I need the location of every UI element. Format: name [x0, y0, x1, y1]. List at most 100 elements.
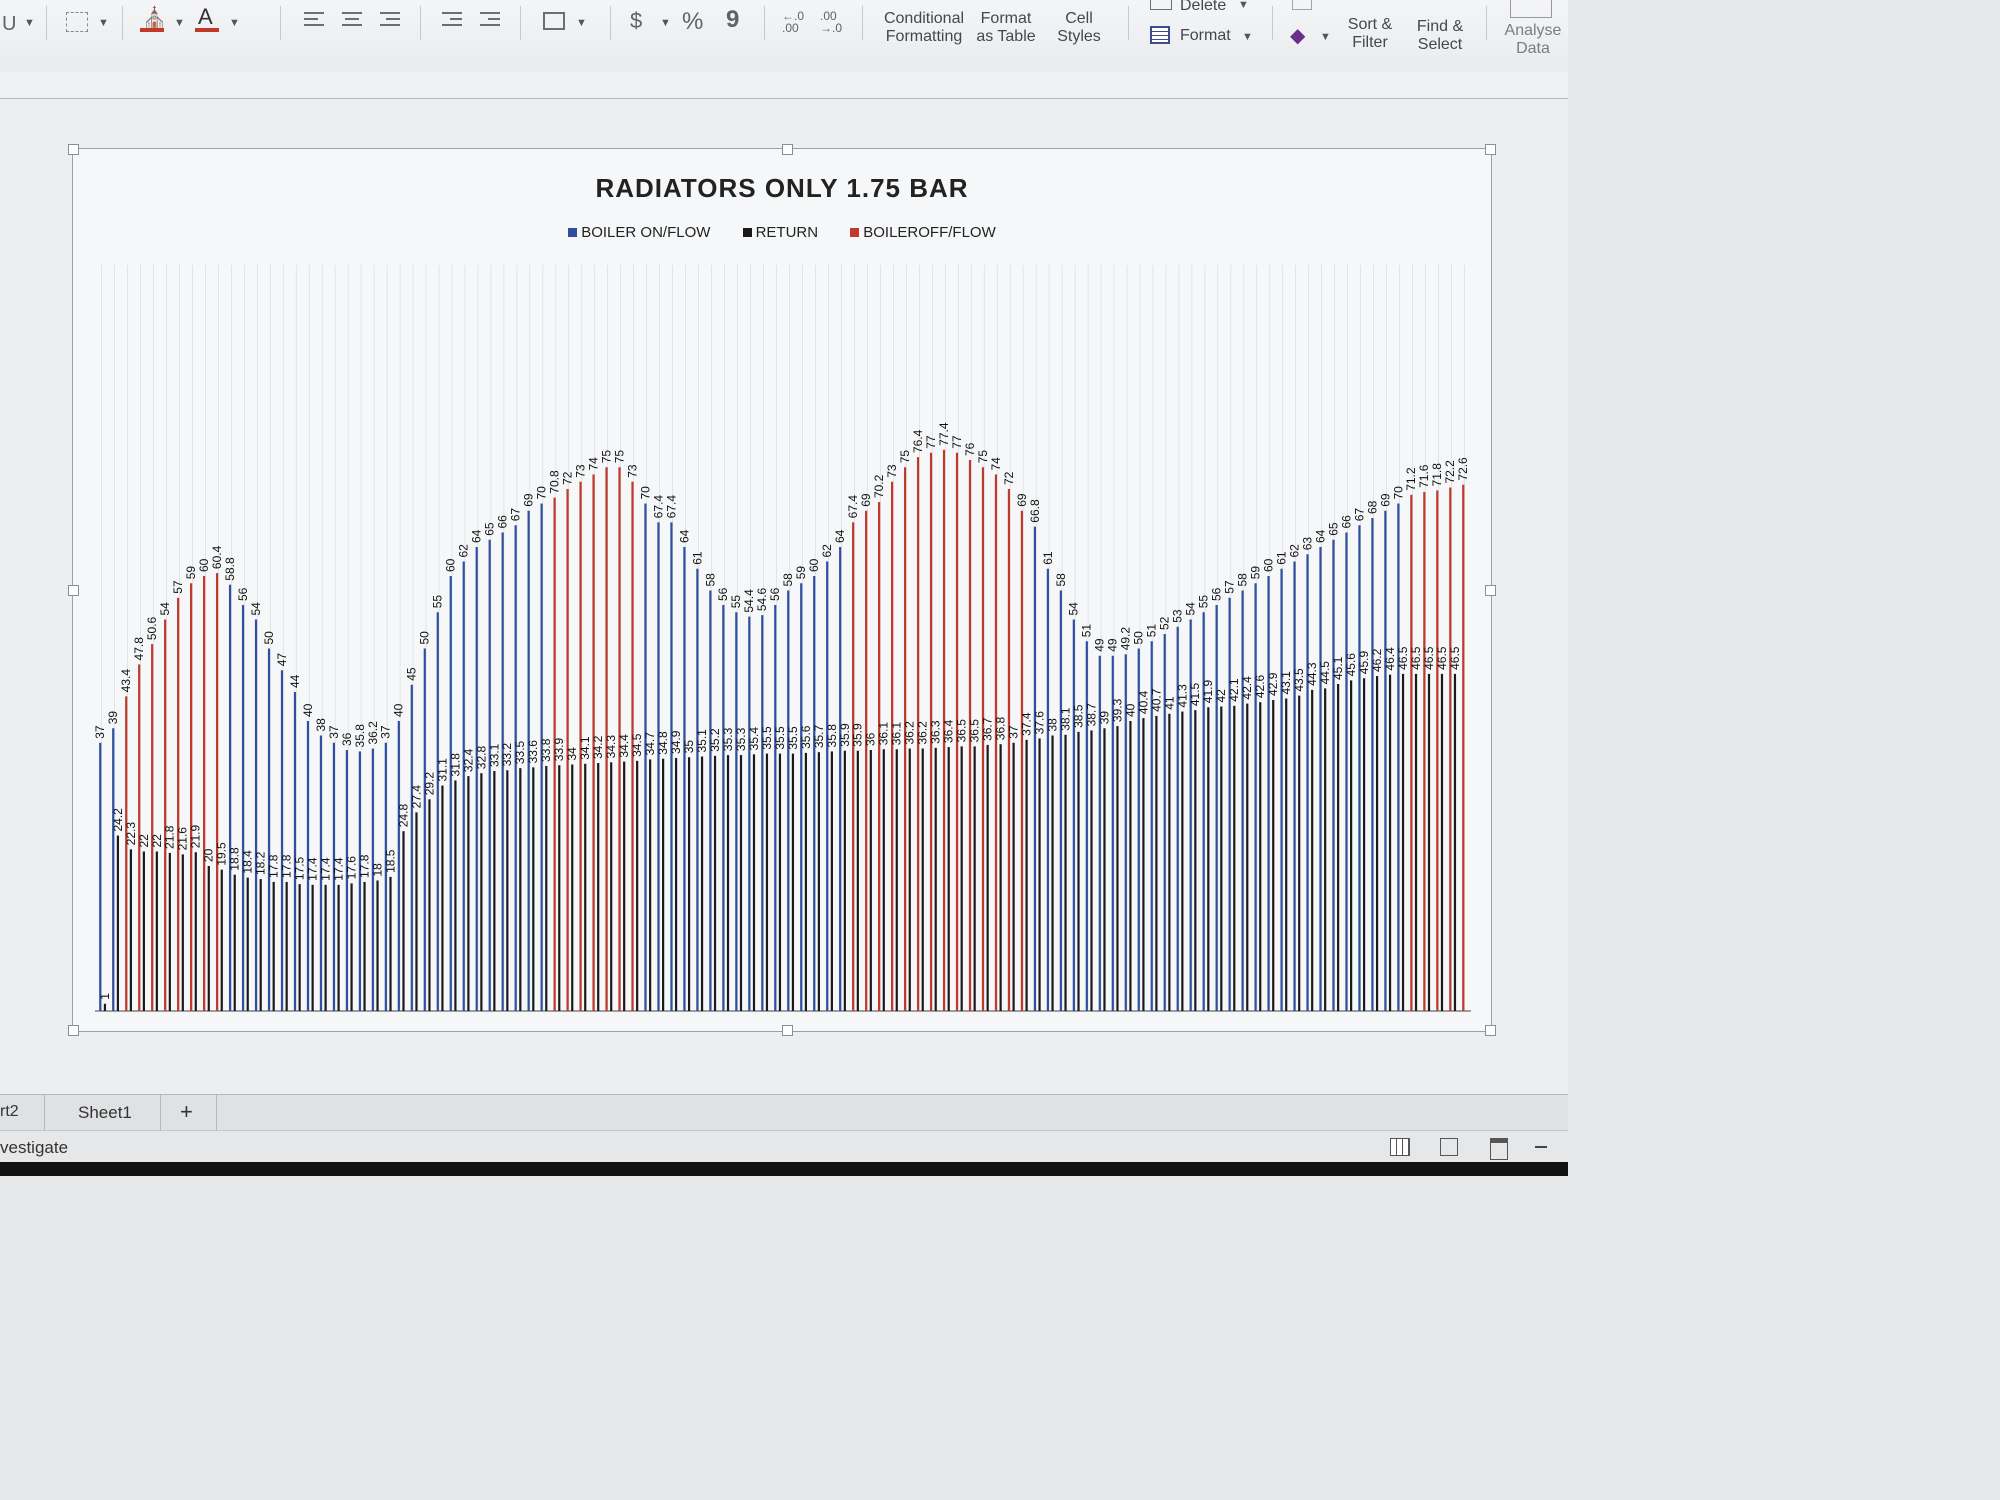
return-bar — [233, 874, 236, 1011]
return-data-label: 17.8 — [280, 854, 294, 878]
comma-icon[interactable]: 9 — [726, 8, 739, 32]
return-bar — [311, 884, 314, 1011]
sheet-tab-chart2[interactable]: rt2 — [0, 1103, 19, 1121]
flow-data-label: 64 — [470, 529, 484, 543]
page-break-icon[interactable] — [1490, 1138, 1508, 1160]
flow-data-label: 75 — [898, 450, 912, 464]
align-center-icon[interactable] — [342, 12, 362, 28]
align-right-icon[interactable] — [380, 12, 400, 28]
return-data-label: 17.4 — [306, 857, 320, 881]
sort-filter-button[interactable]: Sort & Filter — [1340, 16, 1400, 52]
sheet-tab-sheet1[interactable]: Sheet1 — [78, 1103, 132, 1123]
analyse-data-icon[interactable] — [1510, 0, 1552, 18]
chevron-down-icon[interactable]: ▼ — [174, 18, 185, 29]
percent-icon[interactable]: % — [682, 10, 703, 34]
page-layout-icon[interactable] — [1440, 1138, 1458, 1156]
return-bar — [1453, 673, 1457, 1011]
borders-icon[interactable] — [66, 12, 88, 32]
flow-data-label: 77 — [950, 435, 964, 449]
chevron-down-icon[interactable]: ▼ — [1238, 0, 1249, 11]
return-data-label: 35.9 — [838, 723, 852, 747]
return-data-label: 20 — [202, 848, 216, 862]
normal-view-icon[interactable] — [1390, 1138, 1410, 1156]
flow-bar — [1462, 484, 1465, 1011]
flow-bar — [1228, 597, 1231, 1011]
flow-data-label: 47.8 — [132, 637, 146, 661]
decrease-decimal-icon[interactable]: .00 →.0 — [820, 10, 842, 34]
increase-decimal-icon[interactable]: ←.0.00 — [782, 10, 804, 34]
chart-object[interactable]: RADIATORS ONLY 1.75 BAR BOILER ON/FLOW R… — [68, 144, 1496, 1036]
flow-data-label: 69 — [1378, 493, 1392, 507]
format-button[interactable]: Format — [1180, 27, 1231, 45]
find-select-button[interactable]: Find & Select — [1410, 18, 1470, 54]
flow-data-label: 68 — [1365, 500, 1379, 514]
flow-bar — [1449, 487, 1452, 1011]
analyse-data-button[interactable]: Analyse Data — [1498, 22, 1568, 58]
flow-bar — [774, 605, 777, 1011]
return-data-label: 35.5 — [786, 726, 800, 750]
cell-styles-button[interactable]: Cell Styles — [1050, 10, 1108, 46]
align-left-icon[interactable] — [304, 12, 324, 28]
return-data-label: 44.3 — [1305, 662, 1319, 686]
chevron-down-icon[interactable]: ▼ — [24, 18, 35, 29]
return-data-label: 43.5 — [1292, 668, 1306, 692]
chevron-down-icon[interactable]: ▼ — [576, 18, 587, 29]
flow-data-label: 49 — [1106, 638, 1120, 652]
merge-icon[interactable] — [543, 12, 565, 30]
chevron-down-icon[interactable]: ▼ — [98, 18, 109, 29]
chevron-down-icon[interactable]: ▼ — [1242, 32, 1253, 43]
return-bar — [1259, 702, 1262, 1011]
return-bar — [934, 747, 937, 1011]
chart-plot-area[interactable]: 37 1 39 24.2 43.4 22.3 47.8 22 50.6 22 54 21.8 57 21.… — [73, 149, 1491, 1031]
conditional-formatting-button[interactable]: Conditional Formatting — [878, 10, 970, 46]
fill-down-icon[interactable] — [1292, 0, 1312, 10]
flow-data-label: 37 — [379, 725, 393, 739]
return-data-label: 35.5 — [773, 726, 787, 750]
return-data-label: 24.8 — [396, 804, 410, 828]
flow-data-label: 55 — [1197, 595, 1211, 609]
format-as-table-label-2: as Table — [976, 28, 1036, 45]
flow-data-label: 61 — [690, 551, 704, 565]
flow-data-label: 49 — [1093, 638, 1107, 652]
increase-indent-icon[interactable] — [480, 12, 500, 28]
flow-bar — [891, 481, 894, 1011]
return-data-label: 36.2 — [903, 721, 917, 745]
underline-icon[interactable]: U — [2, 14, 16, 34]
flow-data-label: 61 — [1041, 551, 1055, 565]
format-as-table-button[interactable]: Format as Table — [970, 10, 1042, 46]
flow-data-label: 57 — [171, 580, 185, 594]
flow-data-label: 50.6 — [145, 616, 159, 640]
return-data-label: 37.4 — [1019, 712, 1033, 736]
add-sheet-button[interactable]: + — [180, 1099, 193, 1125]
flow-bar — [449, 576, 452, 1011]
return-data-label: 34.8 — [656, 731, 670, 755]
flow-data-label: 66 — [496, 515, 510, 529]
currency-icon[interactable]: $ — [630, 10, 642, 32]
format-cells-icon[interactable] — [1150, 26, 1170, 44]
decrease-indent-icon[interactable] — [442, 12, 462, 28]
return-data-label: 38.1 — [1058, 707, 1072, 731]
fill-color-icon[interactable]: ⛪ — [142, 8, 167, 28]
status-text: vestigate — [0, 1138, 69, 1157]
return-bar — [259, 879, 262, 1011]
flow-data-label: 65 — [483, 522, 497, 536]
return-bar — [545, 765, 548, 1011]
flow-data-label: 72.6 — [1456, 457, 1470, 481]
chevron-down-icon[interactable]: ▼ — [1320, 32, 1331, 43]
return-data-label: 34.7 — [643, 732, 657, 756]
font-color-icon[interactable]: A — [198, 6, 213, 28]
flow-data-label: 47 — [275, 653, 289, 667]
formula-bar[interactable] — [0, 72, 1568, 99]
delete-icon[interactable] — [1150, 0, 1172, 10]
flow-data-label: 67 — [1352, 508, 1366, 522]
return-bar — [687, 757, 691, 1011]
clear-icon[interactable]: ◆ — [1290, 26, 1305, 46]
zoom-out-icon[interactable] — [1535, 1146, 1547, 1148]
return-data-label: 18.4 — [241, 850, 255, 874]
chevron-down-icon[interactable]: ▼ — [229, 18, 240, 29]
delete-button[interactable]: Delete — [1180, 0, 1226, 15]
chevron-down-icon[interactable]: ▼ — [660, 18, 671, 29]
return-bar — [947, 747, 950, 1011]
return-data-label: 1 — [98, 993, 112, 1000]
return-bar — [895, 749, 898, 1011]
